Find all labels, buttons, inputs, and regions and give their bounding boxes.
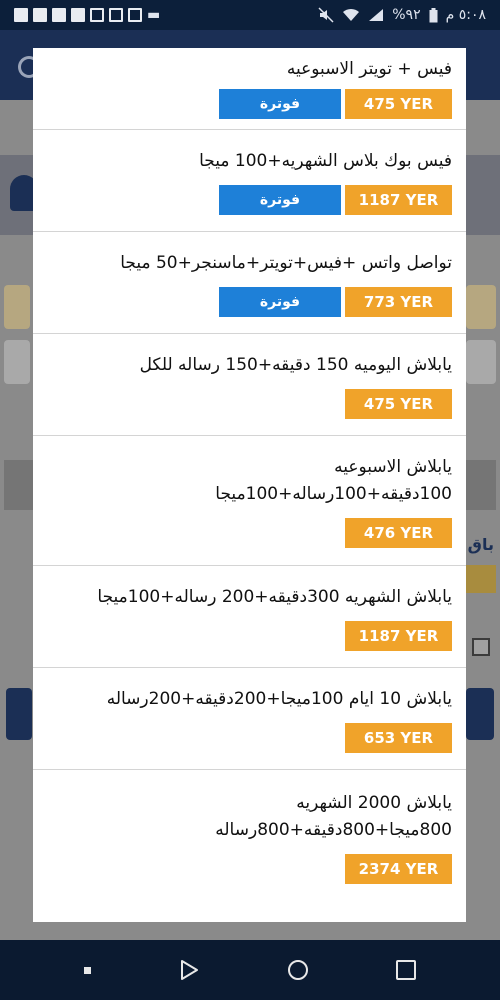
price-button[interactable]: 475 YER — [345, 389, 452, 419]
notification-icon — [33, 8, 47, 22]
package-title: يابلاش 10 ايام 100ميجا+200دقيقه+200رساله — [106, 689, 452, 709]
package-title: يابلاش اليوميه 150 دقيقه+150 رساله للكل — [139, 355, 452, 375]
package-title: فيس بوك بلاس الشهريه+100 ميجا — [199, 151, 452, 171]
packages-dialog: فيس + تويتر الاسبوعيه 475 YER فوترة فيس … — [33, 48, 466, 922]
invoice-button[interactable]: فوترة — [219, 89, 341, 119]
invoice-button[interactable]: فوترة — [219, 185, 341, 215]
battery-level: %٩٢ — [392, 7, 421, 23]
package-title: تواصل واتس +فيس+تويتر+ماسنجر+50 ميجا — [120, 253, 452, 273]
package-item: يابلاش الشهريه 300دقيقه+200 رساله+100ميج… — [33, 566, 466, 668]
recent-square-icon[interactable] — [395, 960, 416, 980]
package-item: يابلاش اليوميه 150 دقيقه+150 رساله للكل … — [33, 334, 466, 436]
notification-icon — [71, 8, 85, 22]
home-circle-icon[interactable] — [287, 960, 308, 980]
gallery-icon — [128, 8, 142, 22]
wifi-icon — [343, 8, 360, 21]
battery-icon — [429, 7, 438, 22]
navigation-bar — [0, 940, 500, 1000]
package-item: يابلاش 10 ايام 100ميجا+200دقيقه+200رساله… — [33, 668, 466, 770]
price-button[interactable]: 773 YER — [345, 287, 452, 317]
package-actions: 475 YER — [47, 389, 452, 419]
price-button[interactable]: 1187 YER — [345, 185, 452, 215]
package-item: يابلاش الاسبوعيه 100دقيقه+100رساله+100مي… — [33, 436, 466, 566]
package-title: يابلاش الشهريه 300دقيقه+200 رساله+100ميج… — [97, 587, 452, 607]
background-field — [4, 340, 30, 384]
price-button[interactable]: 653 YER — [345, 723, 452, 753]
price-button[interactable]: 2374 YER — [345, 854, 452, 884]
notification-icon — [90, 8, 104, 22]
package-title: فيس + تويتر الاسبوعيه — [286, 59, 452, 79]
background-label: باق — [467, 535, 494, 554]
image-icon — [109, 8, 123, 22]
package-title: يابلاش 2000 الشهريه 800ميجا+800دقيقه+800… — [215, 793, 452, 840]
background-field — [466, 285, 496, 329]
system-icons: %٩٢ ٥:٠٨ م — [318, 7, 486, 23]
background-gold-field — [466, 565, 496, 593]
price-button[interactable]: 475 YER — [345, 89, 452, 119]
package-item: يابلاش 2000 الشهريه 800ميجا+800دقيقه+800… — [33, 770, 466, 920]
package-actions: 653 YER — [47, 723, 452, 753]
package-item: فيس بوك بلاس الشهريه+100 ميجا 1187 YER ف… — [33, 130, 466, 232]
notification-icon — [14, 8, 28, 22]
clock: ٥:٠٨ م — [445, 7, 486, 23]
background-button — [6, 688, 32, 740]
background-button — [466, 688, 494, 740]
background-field — [466, 340, 496, 384]
package-actions: 476 YER — [47, 518, 452, 548]
package-actions: 1187 YER فوترة — [47, 185, 452, 215]
invoice-button[interactable]: فوترة — [219, 287, 341, 317]
package-actions: 2374 YER — [47, 854, 452, 884]
notification-icons: ▬ — [14, 7, 160, 23]
nav-dot-icon[interactable] — [84, 966, 92, 974]
package-item: فيس + تويتر الاسبوعيه 475 YER فوترة — [33, 48, 466, 130]
notification-icon — [52, 8, 66, 22]
package-item: تواصل واتس +فيس+تويتر+ماسنجر+50 ميجا 773… — [33, 232, 466, 334]
package-title: يابلاش الاسبوعيه 100دقيقه+100رساله+100مي… — [215, 457, 452, 504]
mute-icon — [318, 7, 334, 23]
package-actions: 1187 YER — [47, 621, 452, 651]
price-button[interactable]: 1187 YER — [345, 621, 452, 651]
package-actions: 773 YER فوترة — [47, 287, 452, 317]
gamepad-icon: ▬ — [147, 7, 161, 23]
back-triangle-icon[interactable] — [179, 959, 199, 981]
price-button[interactable]: 476 YER — [345, 518, 452, 548]
background-checkbox — [472, 638, 490, 656]
status-bar: ▬ %٩٢ ٥:٠٨ م — [0, 0, 500, 30]
package-actions: 475 YER فوترة — [47, 89, 452, 119]
background-field — [4, 285, 30, 329]
signal-icon — [369, 9, 384, 21]
